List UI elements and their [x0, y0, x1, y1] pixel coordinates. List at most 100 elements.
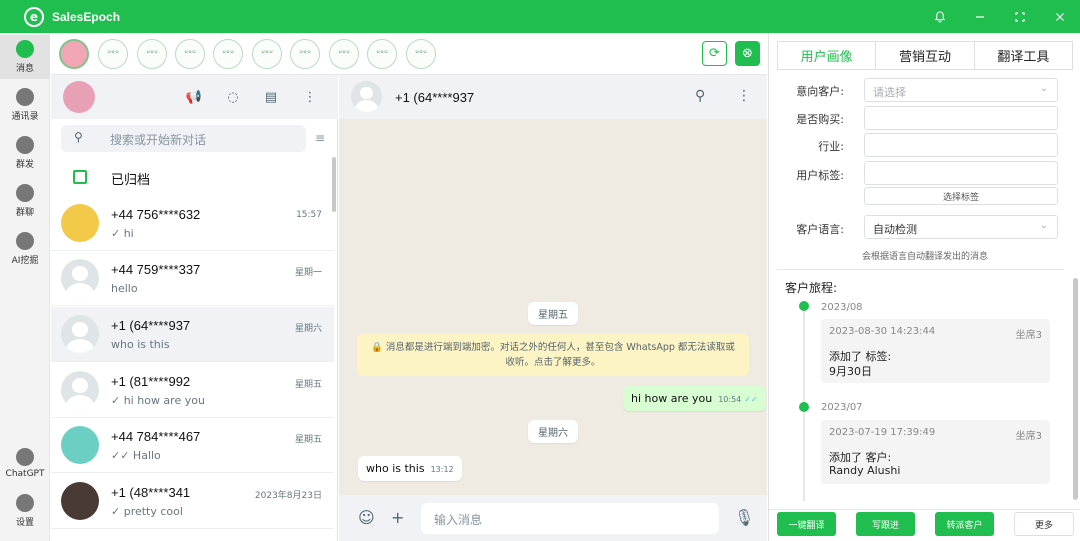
chat-row[interactable]: +44 759****337 hello 星期一	[51, 251, 334, 306]
journey-seat: 坐席3	[1015, 330, 1042, 341]
nav-item-messages[interactable]: 消息	[0, 35, 50, 79]
language-select[interactable]: 自动检测 ⌄	[864, 215, 1058, 239]
timeline-month: 2023/07	[821, 402, 863, 413]
nav-item-ai-mining[interactable]: AI挖掘	[0, 227, 50, 271]
nav-label: 通讯录	[11, 112, 39, 122]
nav-item-settings[interactable]: 设置	[0, 489, 50, 533]
archived-row[interactable]: 已归档	[51, 160, 338, 196]
more-vertical-icon[interactable]: ⋮	[302, 89, 318, 105]
account-avatar[interactable]: ᐡᐤᐡ	[367, 39, 397, 69]
purchased-field[interactable]	[864, 106, 1058, 130]
nav-label: ChatGPT	[5, 468, 45, 479]
message-input[interactable]: 输入消息	[421, 503, 719, 534]
chat-row[interactable]: +1 (81****992 ✓ hi how are you 星期五	[51, 363, 334, 418]
tags-label: 用户标签:	[796, 169, 844, 182]
archive-icon	[73, 170, 87, 184]
close-icon[interactable]	[1040, 0, 1080, 33]
chevron-down-icon: ⌄	[1039, 220, 1048, 231]
emoji-icon[interactable]: ☺	[358, 508, 375, 527]
message-input-placeholder: 输入消息	[434, 513, 483, 527]
search-icon[interactable]: ⚲	[695, 88, 705, 104]
nav-label: 群发	[15, 160, 34, 170]
app-logo-icon: e	[24, 6, 44, 27]
account-avatar[interactable]	[59, 39, 89, 69]
chat-row[interactable]: +44 784****467 ✓✓ Hallo 星期五	[51, 418, 334, 473]
chat-last-message: who is this	[111, 338, 170, 351]
nav-item-contacts[interactable]: 通讯录	[0, 83, 50, 127]
journey-card: 2023-08-30 14:23:44 坐席3 添加了 标签: 9月30日	[821, 319, 1050, 383]
status-icon[interactable]: ◌	[225, 89, 241, 105]
chat-name: +1 (81****992	[111, 374, 191, 389]
chat-row[interactable]: +1 (48****341 ✓ pretty cool 2023年8月23日	[51, 474, 334, 529]
tab-translation[interactable]: 翻译工具	[975, 42, 1072, 69]
nav-item-broadcast[interactable]: 群发	[0, 131, 50, 175]
intent-select[interactable]: 请选择 ⌄	[864, 78, 1058, 102]
contact-avatar[interactable]	[351, 81, 382, 112]
chat-time: 2023年8月23日	[254, 491, 322, 501]
translate-button[interactable]: 一键翻译	[777, 512, 836, 536]
chat-row[interactable]: +1 (64****937 who is this 星期六	[51, 307, 334, 362]
intent-placeholder: 请选择	[873, 86, 906, 99]
more-button[interactable]: 更多	[1014, 512, 1074, 536]
account-avatar[interactable]: ᐡᐤᐡ	[329, 39, 359, 69]
minimize-icon[interactable]	[960, 0, 1000, 33]
nav-label: 消息	[15, 64, 34, 74]
nav-label: 设置	[15, 518, 34, 528]
account-avatar[interactable]: ᐡᐤᐡ	[213, 39, 243, 69]
industry-field[interactable]	[864, 133, 1058, 157]
account-avatar[interactable]: ᐡᐤᐡ	[252, 39, 282, 69]
new-chat-icon[interactable]: ▤	[263, 89, 279, 105]
maximize-icon[interactable]	[1000, 0, 1040, 33]
nav-item-group-chat[interactable]: 群聊	[0, 179, 50, 223]
close-accounts-button[interactable]: ⊗	[735, 41, 760, 66]
refresh-button[interactable]: ⟳	[702, 41, 727, 66]
outgoing-message[interactable]: hi how are you 10:54 ✓✓	[623, 386, 766, 411]
read-ticks-icon: ✓✓	[744, 395, 758, 404]
gear-icon	[16, 494, 34, 512]
chat-list-scrollbar[interactable]	[332, 157, 336, 212]
account-avatar[interactable]: ᐡᐤᐡ	[290, 39, 320, 69]
journey-seat: 坐席3	[1015, 431, 1042, 442]
contact-avatar	[61, 204, 99, 242]
transfer-customer-button[interactable]: 转派客户	[935, 512, 994, 536]
encryption-notice[interactable]: 🔒 消息都是进行端到端加密。对话之外的任何人，甚至包含 WhatsApp 都无法…	[357, 334, 749, 376]
tab-user-profile[interactable]: 用户画像	[778, 42, 877, 69]
purchased-label: 是否购买:	[796, 113, 844, 126]
bell-icon[interactable]	[920, 0, 960, 33]
industry-label: 行业:	[818, 140, 844, 153]
journey-action: 添加了 客户:	[829, 451, 892, 464]
plus-icon[interactable]: +	[391, 508, 404, 527]
search-input[interactable]: ⚲ 搜索或开始新对话	[61, 125, 306, 152]
account-avatar[interactable]: ᐡᐤᐡ	[137, 39, 167, 69]
message-text: who is this	[366, 462, 425, 475]
account-avatar[interactable]: ᐡᐤᐡ	[175, 39, 205, 69]
intent-label: 意向客户:	[796, 85, 844, 98]
journey-title: 客户旅程:	[785, 281, 838, 295]
filter-icon[interactable]: ≡	[315, 131, 325, 145]
chat-list-header: 📢 ◌ ▤ ⋮	[51, 75, 338, 119]
title-bar: e SalesEpoch	[0, 0, 1080, 33]
panel-scrollbar[interactable]	[1073, 278, 1078, 500]
select-tags-button[interactable]: 选择标签	[864, 187, 1058, 205]
my-avatar[interactable]	[63, 81, 95, 113]
conversation-header: +1 (64****937 ⚲ ⋮	[339, 75, 767, 119]
account-avatar[interactable]: ᐡᐤᐡ	[98, 39, 128, 69]
microphone-icon[interactable]: 🎙	[734, 508, 754, 527]
chat-row[interactable]: +44 756****632 ✓ hi 15:57	[51, 196, 334, 251]
tags-field[interactable]	[864, 161, 1058, 185]
chat-time: 15:57	[296, 210, 322, 220]
more-vertical-icon[interactable]: ⋮	[737, 88, 751, 104]
timeline-dot	[799, 402, 809, 412]
refresh-icon: ⟳	[709, 46, 720, 61]
follow-up-button[interactable]: 写跟进	[856, 512, 915, 536]
megaphone-icon[interactable]: 📢	[186, 89, 202, 105]
account-avatar[interactable]: ᐡᐤᐡ	[406, 39, 436, 69]
app-title: SalesEpoch	[52, 9, 121, 24]
chat-name: +1 (48****341	[111, 485, 191, 500]
nav-item-chatgpt[interactable]: ChatGPT	[0, 441, 50, 485]
tab-marketing[interactable]: 营销互动	[876, 42, 975, 69]
incoming-message[interactable]: who is this 13:12	[358, 456, 462, 481]
contacts-icon	[16, 88, 34, 106]
date-chip: 星期六	[528, 420, 578, 443]
contact-avatar	[61, 315, 99, 353]
